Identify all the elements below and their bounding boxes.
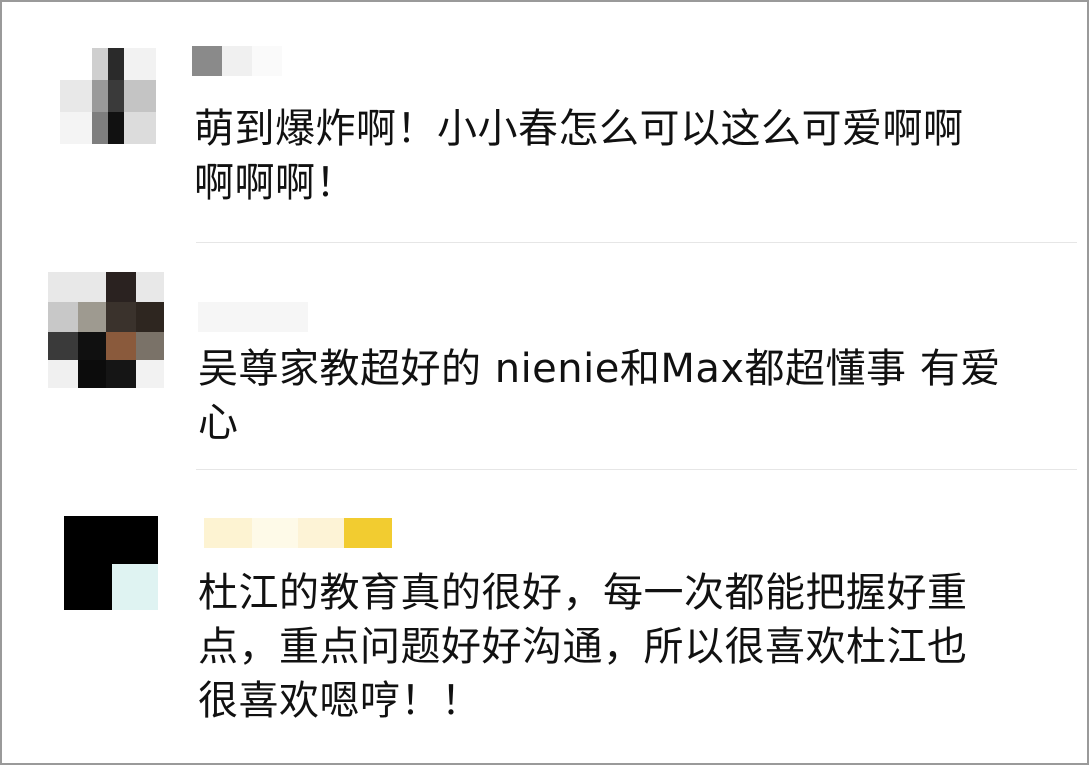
avatar[interactable] [64, 516, 158, 610]
comment-text: 杜江的教育真的很好，每一次都能把握好重 点，重点问题好好沟通，所以很喜欢杜江也 … [198, 570, 968, 724]
comment-item: 杜江的教育真的很好，每一次都能把握好重 点，重点问题好好沟通，所以很喜欢杜江也 … [2, 470, 1087, 763]
avatar[interactable] [60, 48, 156, 144]
comment-text: 萌到爆炸啊！小小春怎么可以这么可爱啊啊 啊啊啊！ [194, 106, 964, 206]
comment-text: 吴尊家教超好的 nienie和Max都超懂事 有爱 心 [198, 346, 1001, 446]
username[interactable] [192, 46, 282, 76]
username[interactable] [198, 302, 308, 332]
username[interactable] [204, 518, 392, 548]
comment-list: 萌到爆炸啊！小小春怎么可以这么可爱啊啊 啊啊啊！ 吴尊家教超好的 nienie和… [0, 0, 1089, 765]
comment-item: 萌到爆炸啊！小小春怎么可以这么可爱啊啊 啊啊啊！ [2, 2, 1087, 244]
divider [196, 242, 1077, 243]
avatar[interactable] [48, 272, 164, 388]
comment-item: 吴尊家教超好的 nienie和Max都超懂事 有爱 心 [2, 244, 1087, 470]
